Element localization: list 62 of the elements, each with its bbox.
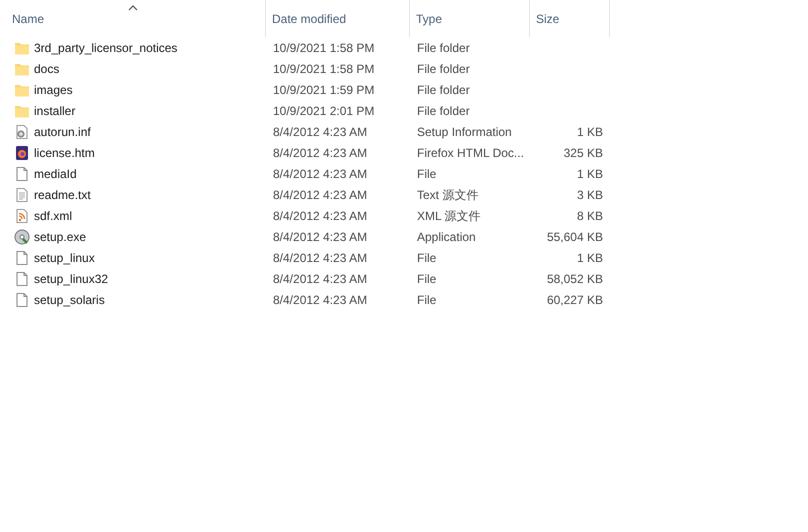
file-type: Application <box>417 230 476 244</box>
file-type: File folder <box>417 104 470 118</box>
file-size: 1 KB <box>576 124 603 138</box>
file-type: File <box>417 250 436 264</box>
date-modified: 10/9/2021 1:58 PM <box>273 40 374 54</box>
file-type: File folder <box>417 40 470 54</box>
file-name[interactable]: installer <box>34 102 76 120</box>
file-size: 58,052 KB <box>546 272 603 286</box>
column-header[interactable]: Date modified <box>266 0 410 37</box>
date-modified: 10/9/2021 1:58 PM <box>273 62 374 76</box>
file-name[interactable]: 3rd_party_licensor_notices <box>34 38 178 56</box>
file-type: Firefox HTML Doc... <box>417 146 524 160</box>
file-size: 8 KB <box>576 208 603 222</box>
date-modified: 8/4/2012 4:23 AM <box>273 124 368 138</box>
date-modified: 8/4/2012 4:23 AM <box>273 250 368 264</box>
text-document-icon <box>14 186 30 202</box>
file-type: File folder <box>417 82 470 96</box>
file-size: 60,227 KB <box>546 292 603 306</box>
date-modified: 8/4/2012 4:23 AM <box>273 230 368 244</box>
column-header[interactable]: Size <box>530 0 610 37</box>
file-name[interactable]: setup_linux <box>34 248 95 266</box>
file-name[interactable]: readme.txt <box>34 186 91 204</box>
file-name[interactable]: images <box>34 80 73 98</box>
blank-document-icon <box>14 166 30 182</box>
disc-application-icon <box>14 228 30 244</box>
file-size: 55,604 KB <box>546 230 603 244</box>
file-size: 1 KB <box>576 250 603 264</box>
file-name[interactable]: setup_solaris <box>34 290 105 308</box>
blank-document-icon <box>14 292 30 308</box>
file-name[interactable]: setup_linux32 <box>34 270 108 288</box>
date-modified: 8/4/2012 4:23 AM <box>273 272 368 286</box>
blank-document-icon <box>14 250 30 266</box>
file-name[interactable]: sdf.xml <box>34 206 72 224</box>
file-size: 3 KB <box>576 188 603 202</box>
file-type: Setup Information <box>417 124 512 138</box>
date-modified: 8/4/2012 4:23 AM <box>273 208 368 222</box>
blank-document-icon <box>14 270 30 286</box>
file-size: 325 KB <box>564 146 603 160</box>
date-modified: 8/4/2012 4:23 AM <box>273 188 368 202</box>
column-header[interactable]: Name <box>0 0 266 37</box>
date-modified: 10/9/2021 1:59 PM <box>273 82 374 96</box>
file-name[interactable]: autorun.inf <box>34 122 91 140</box>
date-modified: 8/4/2012 4:23 AM <box>273 166 368 180</box>
date-modified: 10/9/2021 2:01 PM <box>273 104 374 118</box>
file-size: 1 KB <box>576 166 603 180</box>
file-type: XML 源文件 <box>417 208 481 222</box>
column-header[interactable]: Type <box>410 0 530 37</box>
file-type: File <box>417 166 436 180</box>
file-type: File <box>417 272 436 286</box>
file-name[interactable]: license.htm <box>34 144 95 162</box>
browser-document-icon <box>14 144 30 160</box>
date-modified: 8/4/2012 4:23 AM <box>273 146 368 160</box>
file-type: File <box>417 292 436 306</box>
feed-document-icon <box>14 208 30 224</box>
sort-ascending-icon <box>128 5 138 11</box>
date-modified: 8/4/2012 4:23 AM <box>273 292 368 306</box>
file-name[interactable]: mediaId <box>34 164 77 182</box>
gear-document-icon <box>14 124 30 140</box>
file-type: Text 源文件 <box>417 188 478 202</box>
file-type: File folder <box>417 62 470 76</box>
file-name[interactable]: setup.exe <box>34 228 86 246</box>
file-name[interactable]: docs <box>34 60 60 78</box>
